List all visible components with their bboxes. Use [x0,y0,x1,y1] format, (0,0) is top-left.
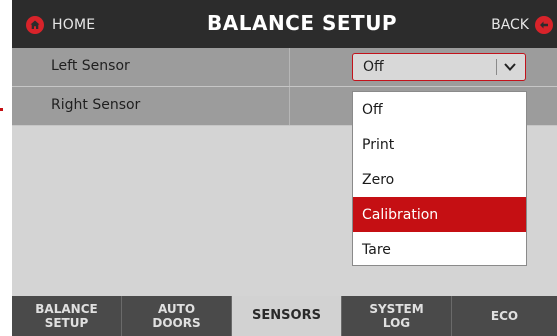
select-separator [496,59,497,75]
app-frame: HOME BALANCE SETUP BACK Left Sensor Off … [12,0,557,336]
back-button[interactable]: BACK [491,14,553,36]
tab-balance-setup[interactable]: BALANCE SETUP [12,296,122,336]
tab-system-log[interactable]: SYSTEM LOG [342,296,452,336]
tab-eco[interactable]: ECO [452,296,557,336]
row-divider [289,48,290,86]
back-label: BACK [491,17,529,33]
back-arrow-icon [535,16,553,34]
bottom-nav: BALANCE SETUP AUTO DOORS SENSORS SYSTEM … [12,296,557,336]
left-sensor-select[interactable]: Off [352,53,526,81]
select-value: Off [363,59,384,75]
dropdown-option[interactable]: Zero [353,162,526,197]
setting-row-left-sensor: Left Sensor Off [12,48,557,87]
row-divider [289,87,290,125]
dropdown-option[interactable]: Print [353,127,526,162]
tab-sensors[interactable]: SENSORS [232,296,342,336]
home-label: HOME [52,17,96,33]
dropdown-option-selected[interactable]: Calibration [353,197,526,232]
dropdown-option[interactable]: Off [353,92,526,127]
chevron-down-icon [504,63,516,71]
setting-label: Right Sensor [51,97,141,113]
page-title: BALANCE SETUP [207,11,398,35]
dropdown-option[interactable]: Tare [353,232,526,267]
tab-auto-doors[interactable]: AUTO DOORS [122,296,232,336]
setting-label: Left Sensor [51,58,130,74]
header-bar: HOME BALANCE SETUP BACK [12,0,557,48]
home-icon [26,16,44,34]
edge-marker [0,108,3,111]
home-button[interactable]: HOME [26,14,95,36]
dropdown-menu: Off Print Zero Calibration Tare [352,91,527,266]
